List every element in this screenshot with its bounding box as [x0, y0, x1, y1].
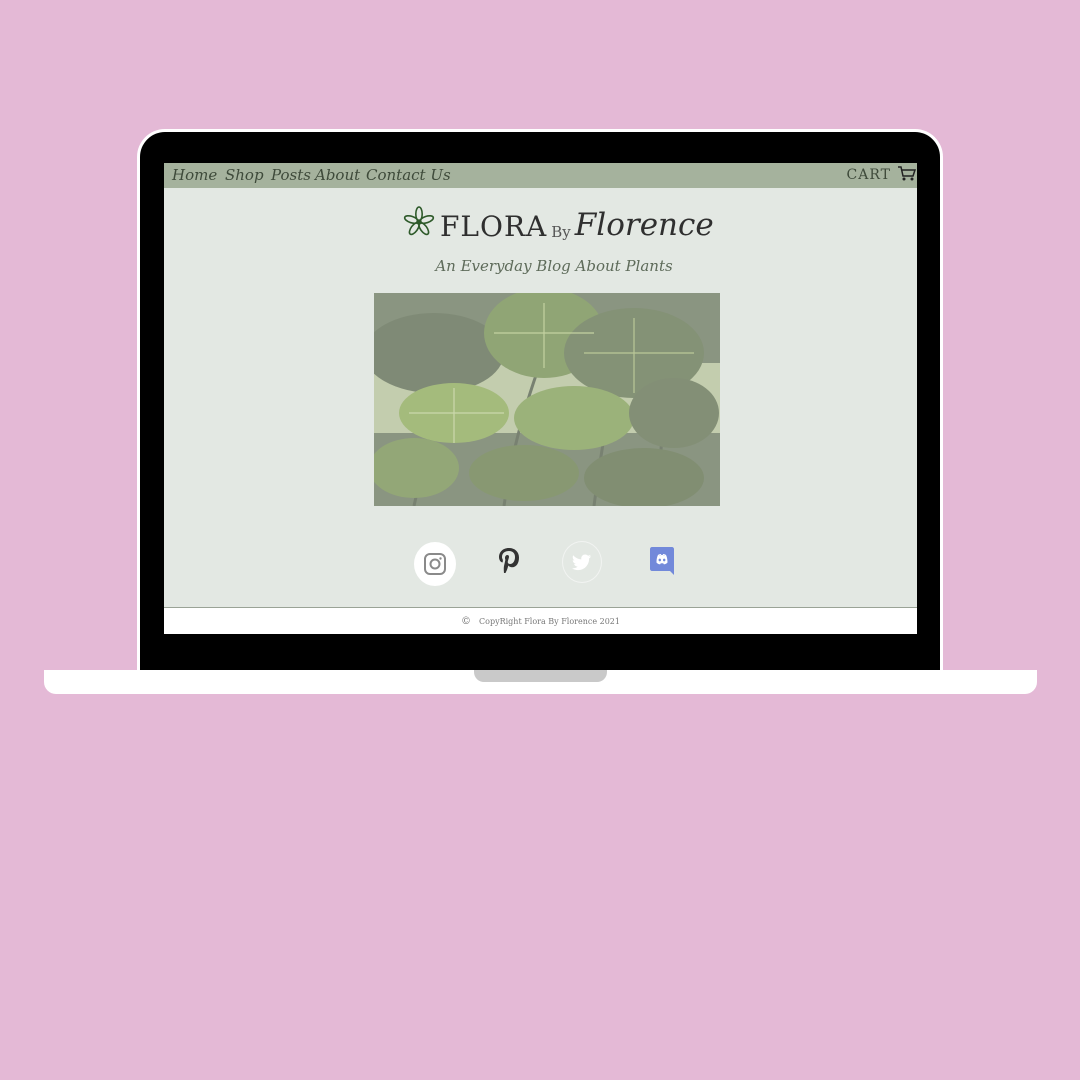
brand-logo[interactable]: FLORA By Florence [402, 203, 714, 243]
brand-by: By [551, 223, 571, 241]
hero-image [374, 293, 720, 506]
nav-shop[interactable]: Shop [225, 166, 264, 184]
brand-flora: FLORA [440, 210, 548, 243]
nav-about[interactable]: About [315, 166, 360, 184]
copyright-symbol: © [461, 616, 472, 627]
hero-overlay [374, 293, 720, 506]
nav-contact-us[interactable]: Contact Us [366, 166, 451, 184]
flower-icon [402, 205, 436, 243]
copyright-text: CopyRight Flora By Florence 2021 [479, 617, 620, 626]
cart-icon [897, 165, 917, 185]
instagram-icon[interactable] [414, 542, 456, 586]
discord-icon[interactable] [648, 545, 676, 577]
cart-label: CART [846, 167, 891, 183]
brand-florence: Florence [574, 207, 714, 243]
navbar: Home Shop Posts About Contact Us CART [164, 163, 917, 188]
twitter-icon[interactable] [562, 541, 602, 583]
footer: © CopyRight Flora By Florence 2021 [164, 607, 917, 634]
nav-home[interactable]: Home [172, 166, 217, 184]
cart-button[interactable]: CART [847, 164, 917, 186]
pinterest-icon[interactable] [494, 544, 524, 578]
nav-posts[interactable]: Posts [271, 166, 311, 184]
tagline: An Everyday Blog About Plants [435, 257, 673, 275]
laptop-notch [474, 670, 607, 682]
website-screen: Home Shop Posts About Contact Us CART FL… [164, 163, 917, 634]
